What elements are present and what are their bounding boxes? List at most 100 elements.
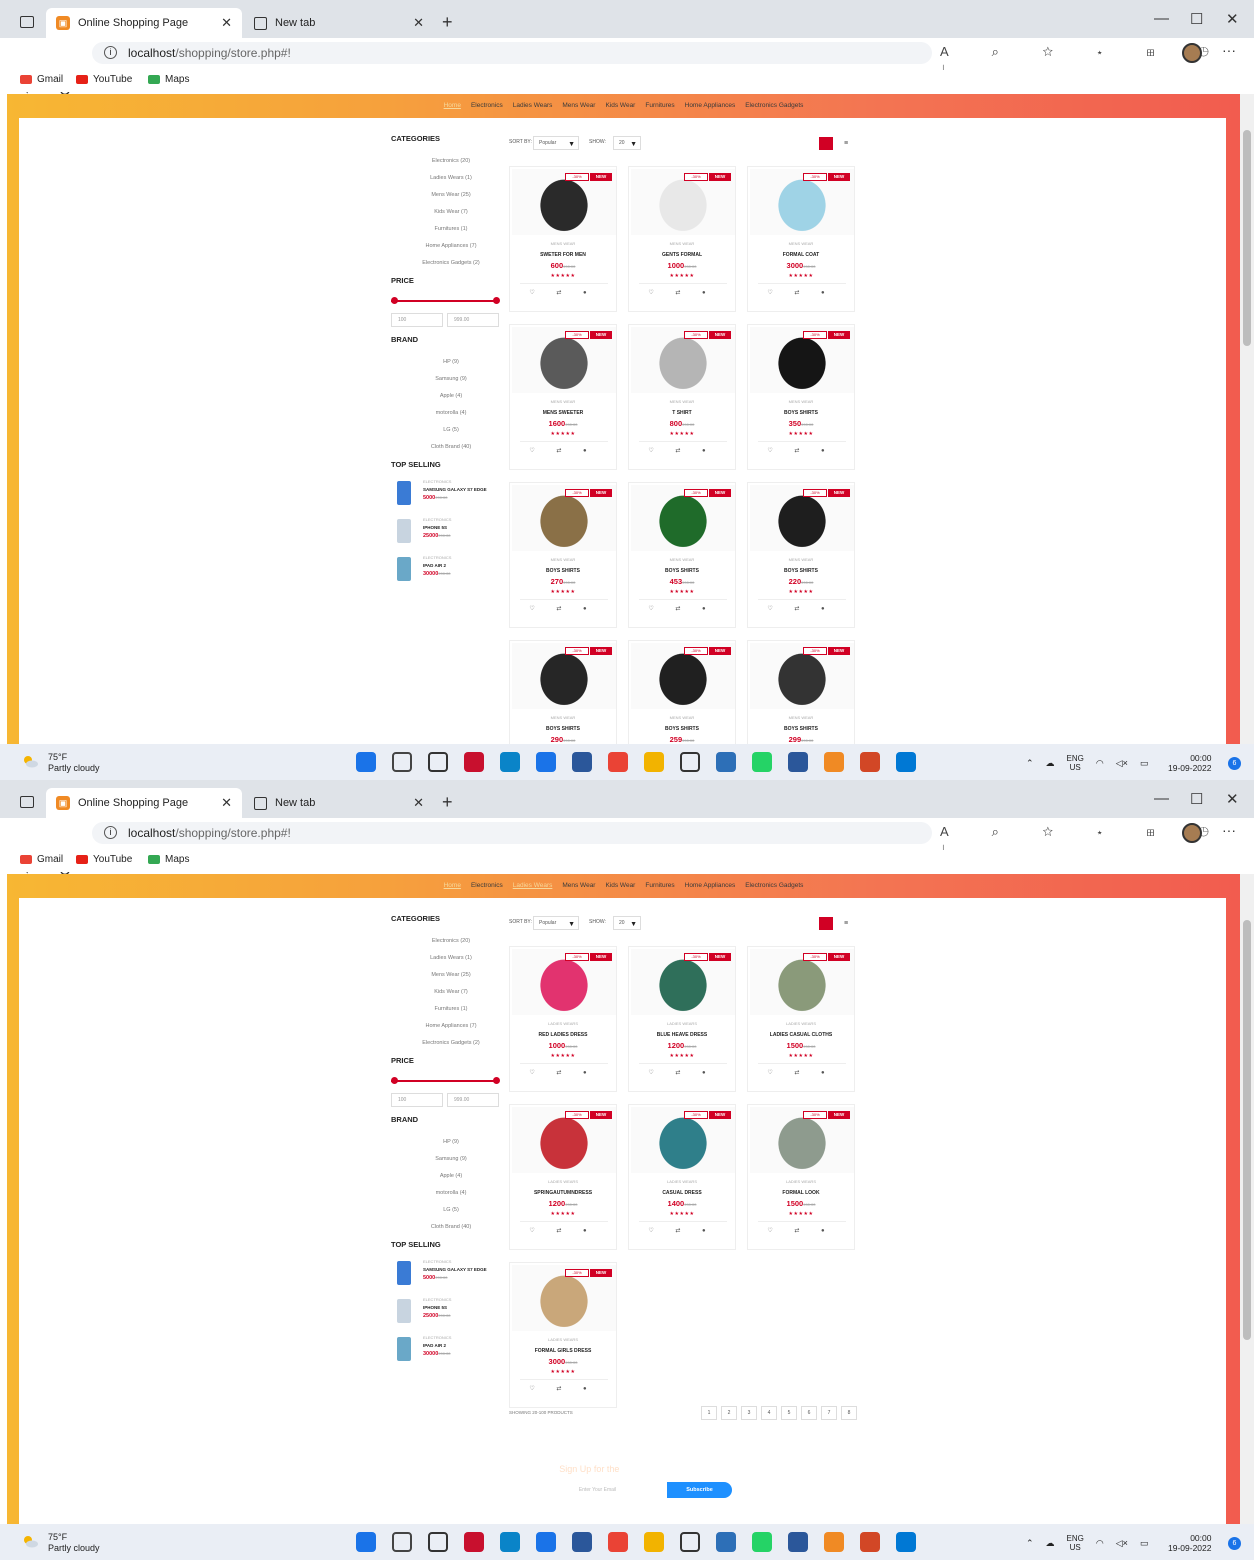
site-info-icon[interactable]: i: [104, 826, 117, 839]
nav-home-appliances[interactable]: Home Appliances: [685, 102, 736, 109]
bookmark-maps[interactable]: Maps: [148, 74, 189, 85]
chevron-up-icon[interactable]: ⌃: [1026, 758, 1034, 769]
page-button[interactable]: 3: [741, 1406, 757, 1420]
url-field[interactable]: i localhost/shopping/store.php#!: [92, 42, 932, 64]
nav-mens-wear[interactable]: Mens Wear: [562, 882, 595, 889]
dell-icon[interactable]: [680, 1532, 700, 1552]
price-max-handle[interactable]: [493, 297, 500, 304]
close-tab-icon[interactable]: ✕: [221, 15, 232, 31]
product-name[interactable]: MENS SWEETER: [510, 410, 616, 416]
start-icon[interactable]: [356, 752, 376, 772]
list-view-icon[interactable]: ≡: [839, 917, 853, 930]
cloud-icon[interactable]: ☁: [1046, 758, 1055, 769]
nav-home[interactable]: Home: [444, 882, 461, 889]
product-actions[interactable]: ♡ ⇄ ●: [510, 447, 616, 454]
grid-view-icon[interactable]: [819, 137, 833, 150]
todo-icon[interactable]: [536, 1532, 556, 1552]
subscribe-button[interactable]: Subscribe: [667, 1482, 732, 1498]
bookmark-maps[interactable]: Maps: [148, 854, 189, 865]
product-name[interactable]: BOYS SHIRTS: [629, 568, 735, 574]
product-card[interactable]: -30% NEW MENS WEAR FORMAL COAT 3000990.0…: [747, 166, 855, 312]
product-card[interactable]: -30% NEW MENS WEAR BOYS SHIRTS 220990.00…: [747, 482, 855, 628]
bookmark-gmail[interactable]: Gmail: [20, 74, 63, 85]
product-actions[interactable]: ♡ ⇄ ●: [748, 447, 854, 454]
chevron-up-icon[interactable]: ⌃: [1026, 1538, 1034, 1549]
product-name[interactable]: T SHIRT: [629, 410, 735, 416]
product-card[interactable]: -30% NEW LADIES WEARS RED LADIES DRESS 1…: [509, 946, 617, 1092]
price-min-input[interactable]: 100: [391, 313, 443, 327]
search-icon[interactable]: [392, 752, 412, 772]
word-icon[interactable]: [788, 752, 808, 772]
product-name[interactable]: FORMAL GIRLS DRESS: [510, 1348, 616, 1354]
more-menu-icon[interactable]: ···: [1222, 42, 1236, 58]
product-card[interactable]: -30% NEW LADIES WEARS FORMAL LOOK 150099…: [747, 1104, 855, 1250]
bookmark-youtube[interactable]: YouTube: [76, 854, 132, 865]
product-actions[interactable]: ♡ ⇄ ●: [510, 1227, 616, 1234]
product-card[interactable]: -30% NEW MENS WEAR T SHIRT 800990.00 ★★★…: [628, 324, 736, 470]
maximize-icon[interactable]: ☐: [1190, 790, 1203, 808]
price-min-handle[interactable]: [391, 297, 398, 304]
start-icon[interactable]: [356, 1532, 376, 1552]
minimize-icon[interactable]: —: [1154, 10, 1169, 27]
edge-icon[interactable]: [500, 1532, 520, 1552]
category-filter-item[interactable]: Furnitures (1): [391, 1001, 511, 1018]
clock[interactable]: 00:00 19-09-2022: [1168, 753, 1211, 773]
product-name[interactable]: BOYS SHIRTS: [748, 568, 854, 574]
bookmark-gmail[interactable]: Gmail: [20, 854, 63, 865]
store-icon[interactable]: [572, 752, 592, 772]
task-view-icon[interactable]: [428, 752, 448, 772]
file-explorer-icon[interactable]: [644, 752, 664, 772]
page-scrollbar[interactable]: [1240, 94, 1254, 744]
product-card[interactable]: -30% NEW LADIES WEARS FORMAL GIRLS DRESS…: [509, 1262, 617, 1408]
product-actions[interactable]: ♡ ⇄ ●: [748, 1069, 854, 1076]
category-filter-item[interactable]: Kids Wear (7): [391, 204, 511, 221]
page-button[interactable]: 1: [701, 1406, 717, 1420]
whatsapp-icon[interactable]: [752, 752, 772, 772]
bookmark-youtube[interactable]: YouTube: [76, 74, 132, 85]
product-card[interactable]: -30% NEW MENS WEAR BOYS SHIRTS 453990.00…: [628, 482, 736, 628]
product-actions[interactable]: ♡ ⇄ ●: [629, 1069, 735, 1076]
nav-home-appliances[interactable]: Home Appliances: [685, 882, 736, 889]
product-actions[interactable]: ♡ ⇄ ●: [629, 447, 735, 454]
battery-icon[interactable]: ▭: [1140, 758, 1149, 769]
store-icon[interactable]: [572, 1532, 592, 1552]
price-min-input[interactable]: 100: [391, 1093, 443, 1107]
sort-select[interactable]: Popular ▼: [533, 136, 579, 150]
mcafee-icon[interactable]: [464, 1532, 484, 1552]
close-tab-icon[interactable]: ✕: [413, 795, 424, 811]
brand-filter-item[interactable]: Cloth Brand (40): [391, 1219, 511, 1236]
price-max-handle[interactable]: [493, 1077, 500, 1084]
xampp-icon[interactable]: [824, 752, 844, 772]
notifications-badge[interactable]: 6: [1228, 757, 1241, 770]
price-max-input[interactable]: 999.00: [447, 313, 499, 327]
price-max-input[interactable]: 999.00: [447, 1093, 499, 1107]
task-view-icon[interactable]: [428, 1532, 448, 1552]
outlook-icon[interactable]: [716, 1532, 736, 1552]
cloud-icon[interactable]: ☁: [1046, 1538, 1055, 1549]
category-filter-item[interactable]: Electronics (20): [391, 153, 511, 170]
product-actions[interactable]: ♡ ⇄ ●: [629, 289, 735, 296]
nav-electronics-gadgets[interactable]: Electronics Gadgets: [745, 882, 803, 889]
product-actions[interactable]: ♡ ⇄ ●: [629, 605, 735, 612]
product-actions[interactable]: ♡ ⇄ ●: [510, 289, 616, 296]
chrome-icon[interactable]: [608, 1532, 628, 1552]
nav-kids-wear[interactable]: Kids Wear: [605, 102, 635, 109]
top-selling-item[interactable]: ELECTRONICS IPAD AIR 2 30000990.00: [391, 555, 511, 593]
product-actions[interactable]: ♡ ⇄ ●: [510, 605, 616, 612]
tab-actions-icon[interactable]: [20, 16, 34, 28]
product-name[interactable]: BOYS SHIRTS: [748, 726, 854, 732]
category-filter-item[interactable]: Home Appliances (7): [391, 1018, 511, 1035]
nav-mens-wear[interactable]: Mens Wear: [562, 102, 595, 109]
category-filter-item[interactable]: Ladies Wears (1): [391, 170, 511, 187]
tab-new-tab[interactable]: New tab ✕: [246, 788, 434, 818]
nav-furnitures[interactable]: Furnitures: [645, 102, 674, 109]
nav-home[interactable]: Home: [444, 102, 461, 109]
page-button[interactable]: 5: [781, 1406, 797, 1420]
product-name[interactable]: SPRINGAUTUMNDRESS: [510, 1190, 616, 1196]
page-button[interactable]: 8: [841, 1406, 857, 1420]
file-explorer-icon[interactable]: [644, 1532, 664, 1552]
chrome-icon[interactable]: [608, 752, 628, 772]
price-slider[interactable]: [391, 1075, 511, 1087]
grid-view-icon[interactable]: [819, 917, 833, 930]
new-tab-plus-icon[interactable]: +: [442, 792, 453, 813]
